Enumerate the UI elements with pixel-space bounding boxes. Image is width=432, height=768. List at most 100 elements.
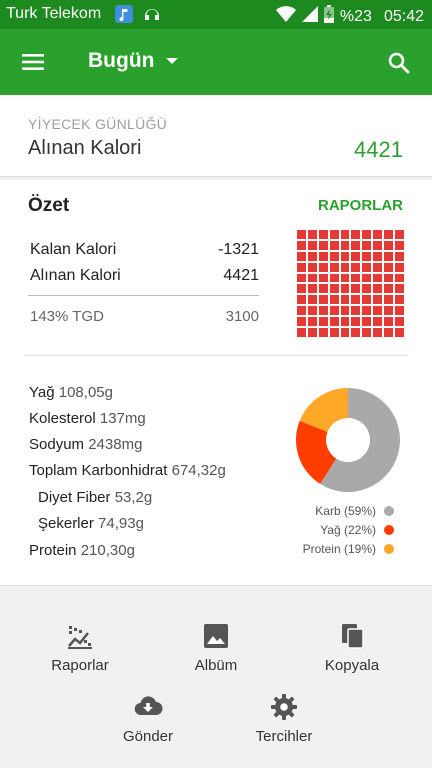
grid-cell [362,295,372,305]
legend-dot [384,525,394,535]
grid-cell [373,295,383,305]
grid-cell [340,251,350,261]
nutrient-name: Diyet Fiber [38,489,111,506]
grid-cell [340,284,350,294]
legend-dot [384,544,394,554]
date-selector[interactable]: Bugün [88,49,179,73]
grid-cell [318,328,328,337]
grid-cell [297,284,306,294]
signal-icon [301,5,318,28]
grid-cell [384,284,394,294]
grid-cell [318,317,328,327]
grid-cell [307,295,317,305]
grid-cell [351,230,361,239]
nutrient-protein: Protein 210,30g [29,542,135,559]
nutrient-value: 2438mg [88,436,143,453]
grid-cell [297,240,306,250]
consumed-calories-label: Alınan Kalori [30,267,121,284]
grid-cell [351,306,361,316]
grid-cell [351,317,361,327]
legend-label: Protein (19%) [302,542,376,556]
grid-cell [373,240,383,250]
grid-cell [395,306,404,316]
grid-cell [384,273,394,283]
nutrient-total-carbs: Toplam Karbonhidrat 674,32g [29,462,226,479]
grid-cell [351,284,361,294]
grid-cell [307,240,317,250]
grid-cell [395,251,404,261]
grid-cell [373,284,383,294]
grid-cell [384,306,394,316]
cloud-upload-icon [134,696,163,716]
grid-cell [307,306,317,316]
grid-cell [307,273,317,283]
grid-cell [395,328,404,337]
album-action[interactable]: Albüm [156,622,276,674]
food-log-card[interactable]: YİYECEK GÜNLÜĞÜ Alınan Kalori 4421 [0,95,432,177]
grid-cell [340,240,350,250]
grid-cell [329,306,339,316]
grid-cell [373,230,383,239]
legend-carbs: Karb (59%) [315,504,394,518]
grid-cell [297,306,306,316]
grid-cell [351,273,361,283]
grid-cell [373,262,383,272]
grid-cell [384,262,394,272]
nutrient-fiber: Diyet Fiber 53,2g [38,489,152,506]
food-log-calories-label: Alınan Kalori [28,137,142,159]
legend-label: Yağ (22%) [320,523,376,537]
grid-cell [307,317,317,327]
grid-cell [297,251,306,261]
nutrient-value: 137mg [99,410,146,427]
reports-action[interactable]: Raporlar [20,622,140,674]
summary-card: Özet RAPORLAR Kalan Kalori -1321 Alınan … [0,180,432,586]
grid-cell [329,273,339,283]
copy-action[interactable]: Kopyala [292,622,412,674]
grid-cell [297,273,306,283]
grid-cell [384,328,394,337]
grid-cell [329,262,339,272]
preferences-action[interactable]: Tercihler [224,693,344,745]
grid-cell [297,262,306,272]
app-bar: Bugün [0,29,432,95]
grid-cell [384,240,394,250]
grid-cell [373,251,383,261]
grid-cell [340,295,350,305]
grid-cell [395,317,404,327]
grid-cell [297,328,306,337]
grid-cell [351,328,361,337]
grid-cell [351,240,361,250]
grid-cell [384,230,394,239]
menu-button[interactable] [20,49,46,75]
grid-cell [362,273,372,283]
wifi-icon [275,5,296,28]
reports-link[interactable]: RAPORLAR [318,197,403,214]
legend-protein: Protein (19%) [303,542,394,556]
grid-cell [340,306,350,316]
grid-cell [340,273,350,283]
action-grid: Raporlar Albüm Kopyala Gönder Tercihler [0,588,432,768]
grid-cell [395,230,404,239]
grid-cell [329,240,339,250]
nutrient-name: Protein [29,542,77,559]
consumed-calories-row: Alınan Kalori 4421 [30,267,259,285]
nutrient-name: Sodyum [29,436,85,453]
grid-cell [329,317,339,327]
grid-cell [362,328,372,337]
grid-cell [318,284,328,294]
tgd-row: 143% TGD 3100 [30,308,259,325]
remaining-calories-row: Kalan Kalori -1321 [30,241,259,259]
nutrient-value: 210,30g [80,542,135,559]
nutrient-name: Şekerler [38,515,94,532]
grid-cell [395,273,404,283]
send-action[interactable]: Gönder [88,693,208,745]
nutrient-cholesterol: Kolesterol 137mg [29,410,146,427]
nutrient-sodium: Sodyum 2438mg [29,436,142,453]
reports-chart-icon [68,626,92,649]
legend-fat: Yağ (22%) [320,523,394,537]
nutrient-name: Kolesterol [29,410,96,427]
macro-donut-chart [296,388,400,492]
nutrient-name: Yağ [29,384,55,401]
grid-cell [318,240,328,250]
search-button[interactable] [386,50,412,76]
